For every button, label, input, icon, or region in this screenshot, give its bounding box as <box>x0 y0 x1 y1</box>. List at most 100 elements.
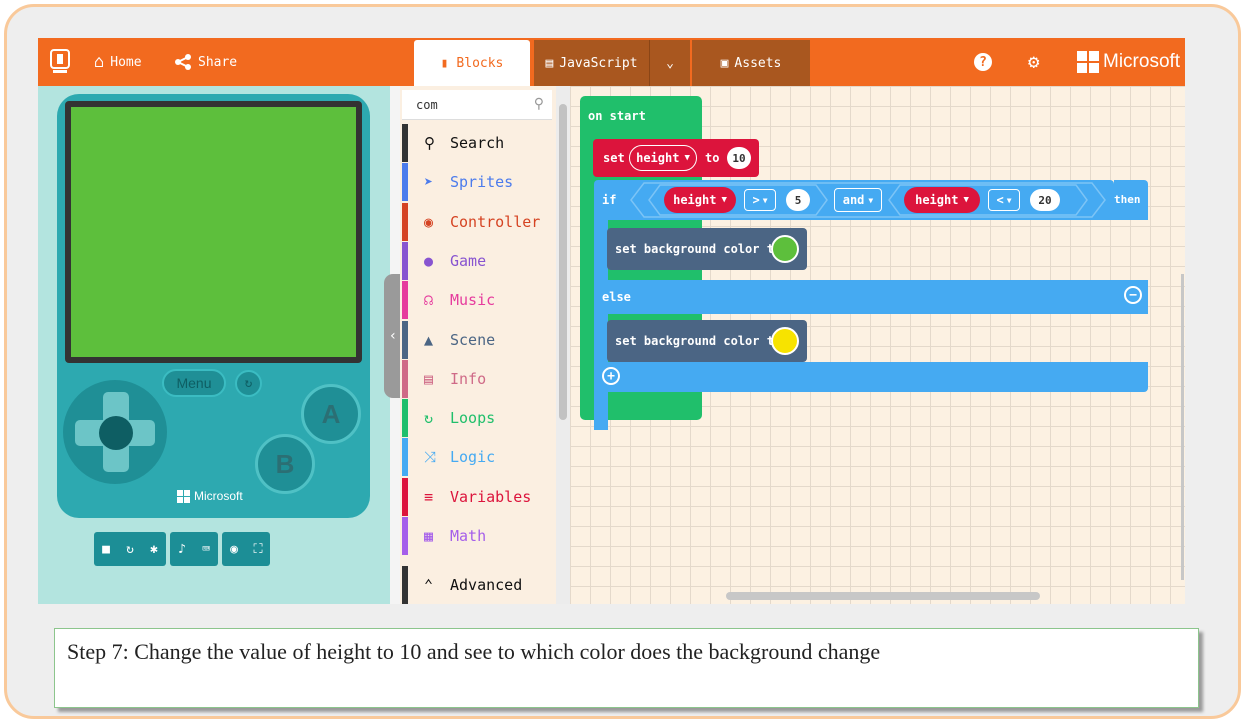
share-button[interactable]: Share <box>174 38 237 86</box>
operator-gt-dropdown[interactable]: > ▼ <box>744 189 776 211</box>
category-search[interactable]: ⚲ Search <box>402 124 552 162</box>
set-value-input[interactable]: 10 <box>727 147 751 169</box>
camera-icon: ◉ <box>230 541 238 557</box>
set-variable-block[interactable]: set height ▼ to 10 <box>593 139 759 177</box>
and-dropdown[interactable]: and ▼ <box>834 188 882 212</box>
chevron-down-icon: ⌄ <box>666 55 674 71</box>
category-label: Info <box>450 369 487 388</box>
category-label: Advanced <box>450 576 523 594</box>
and-condition[interactable]: height ▼ > ▼ 5 and ▼ height ▼ < ▼ 20 <box>630 182 1106 218</box>
category-math[interactable]: ▦ Math <box>402 517 552 555</box>
color-picker-else[interactable] <box>771 327 799 355</box>
simulator-panel: Menu ↻ A B Microsoft ■ ↻ ✱ ♪ ⌨ ◉ ⛶ <box>38 86 390 604</box>
makecode-arcade-editor: ⌂ Home Share ▮ Blocks ▤ JavaScript ⌄ ▣ A… <box>38 38 1185 604</box>
restart-sim-button[interactable]: ↻ <box>118 532 142 566</box>
toolbox-search-input[interactable]: com ⚲ <box>402 90 552 120</box>
category-controller[interactable]: ◉ Controller <box>402 202 552 241</box>
search-input-value: com <box>416 97 438 112</box>
then-label-area: then <box>1114 180 1148 220</box>
lt-operator: < <box>996 193 1004 207</box>
tab-assets[interactable]: ▣ Assets <box>692 40 810 86</box>
game-screen[interactable] <box>71 107 356 357</box>
set-background-block-then[interactable]: set background color to <box>607 228 807 270</box>
app-logo-icon[interactable] <box>50 38 70 86</box>
language-dropdown-button[interactable]: ⌄ <box>650 40 690 86</box>
microsoft-logo-icon <box>1077 51 1099 73</box>
toolbox-scroll-thumb[interactable] <box>559 104 567 420</box>
tab-blocks[interactable]: ▮ Blocks <box>414 40 530 86</box>
search-icon: ⚲ <box>424 134 435 152</box>
stop-icon: ■ <box>102 541 110 557</box>
category-sprites[interactable]: ➤ Sprites <box>402 163 552 202</box>
operator-lt-dropdown[interactable]: < ▼ <box>988 189 1020 211</box>
console-brand: Microsoft <box>177 489 243 503</box>
volume-icon: ♪ <box>178 541 186 557</box>
height-var-label: height <box>673 193 717 207</box>
category-label: Variables <box>450 487 532 506</box>
category-info[interactable]: ▤ Info <box>402 359 552 398</box>
category-scene[interactable]: ▲ Scene <box>402 320 552 359</box>
category-logic[interactable]: ⤨ Logic <box>402 438 552 477</box>
blocks-workspace[interactable]: on start set height ▼ to 10 if height ▼ … <box>570 86 1185 604</box>
set-label: set <box>603 151 625 165</box>
screenshot-button[interactable]: ◉ <box>222 532 246 566</box>
microsoft-logo[interactable]: Microsoft <box>1077 38 1180 86</box>
caret-down-icon: ▼ <box>868 195 874 205</box>
refresh-icon: ↻ <box>244 376 253 391</box>
category-label: Game <box>450 251 487 270</box>
keyboard-button[interactable]: ⌨ <box>194 532 218 566</box>
minus-circle-icon[interactable]: − <box>1124 286 1142 304</box>
category-variables[interactable]: ≡ Variables <box>402 477 552 516</box>
to-label: to <box>705 151 720 165</box>
compare-gt[interactable]: height ▼ > ▼ 5 <box>648 184 828 216</box>
set-bg-label: set background color to <box>615 334 782 348</box>
plus-circle-icon[interactable]: + <box>602 367 620 385</box>
toolbox-scrollbar[interactable] <box>556 86 570 604</box>
help-button[interactable]: ? <box>974 38 992 86</box>
paper-plane-icon: ➤ <box>424 173 434 192</box>
else-label: else <box>602 290 631 304</box>
a-button[interactable]: A <box>301 384 361 444</box>
menu-button[interactable]: Menu <box>162 369 226 397</box>
gear-icon: ⚙ <box>1028 51 1040 73</box>
on-start-label: on start <box>588 109 646 123</box>
workspace-horizontal-scrollbar[interactable] <box>726 592 1040 600</box>
bug-icon: ✱ <box>150 541 158 557</box>
category-loops[interactable]: ↻ Loops <box>402 399 552 438</box>
variable-dropdown[interactable]: height ▼ <box>629 145 697 171</box>
tab-javascript[interactable]: ▤ JavaScript <box>534 40 650 86</box>
home-label: Home <box>110 54 142 70</box>
workspace-vertical-scrollbar[interactable] <box>1181 274 1184 580</box>
category-music[interactable]: ☊ Music <box>402 281 552 320</box>
category-game[interactable]: ● Game <box>402 241 552 280</box>
else-bar[interactable]: else − <box>594 280 1148 314</box>
height-variable-pill[interactable]: height ▼ <box>904 187 980 213</box>
cond2-value-input[interactable]: 20 <box>1030 189 1060 211</box>
blocks-icon: ▮ <box>440 55 449 71</box>
if-block-footer: + <box>594 362 1148 392</box>
variable-name: height <box>636 151 680 165</box>
restart-button[interactable]: ↻ <box>235 370 262 397</box>
b-button[interactable]: B <box>255 434 315 494</box>
fullscreen-button[interactable]: ⛶ <box>246 532 270 566</box>
settings-button[interactable]: ⚙ <box>1028 38 1039 86</box>
category-label: Sprites <box>450 173 514 192</box>
set-background-block-else[interactable]: set background color to <box>607 320 807 362</box>
compare-lt[interactable]: height ▼ < ▼ 20 <box>888 184 1088 216</box>
list-icon: ≡ <box>424 487 434 506</box>
dpad[interactable] <box>63 380 167 484</box>
color-picker-then[interactable] <box>771 235 799 263</box>
debug-button[interactable]: ✱ <box>142 532 166 566</box>
home-button[interactable]: ⌂ Home <box>94 38 142 86</box>
cond1-value-input[interactable]: 5 <box>786 189 810 211</box>
stop-button[interactable]: ■ <box>94 532 118 566</box>
sim-control-group-media: ♪ ⌨ <box>170 532 218 566</box>
top-bar: ⌂ Home Share ▮ Blocks ▤ JavaScript ⌄ ▣ A… <box>38 38 1185 86</box>
category-advanced[interactable]: ⌃ Advanced <box>402 566 552 604</box>
if-block-header[interactable]: if height ▼ > ▼ 5 and ▼ height ▼ < ▼ 20 <box>594 180 1114 220</box>
step-caption: Step 7: Change the value of height to 10… <box>54 628 1199 708</box>
image-icon: ▣ <box>720 55 729 71</box>
mute-button[interactable]: ♪ <box>170 532 194 566</box>
height-variable-pill[interactable]: height ▼ <box>664 187 736 213</box>
category-label: Controller <box>450 212 541 231</box>
